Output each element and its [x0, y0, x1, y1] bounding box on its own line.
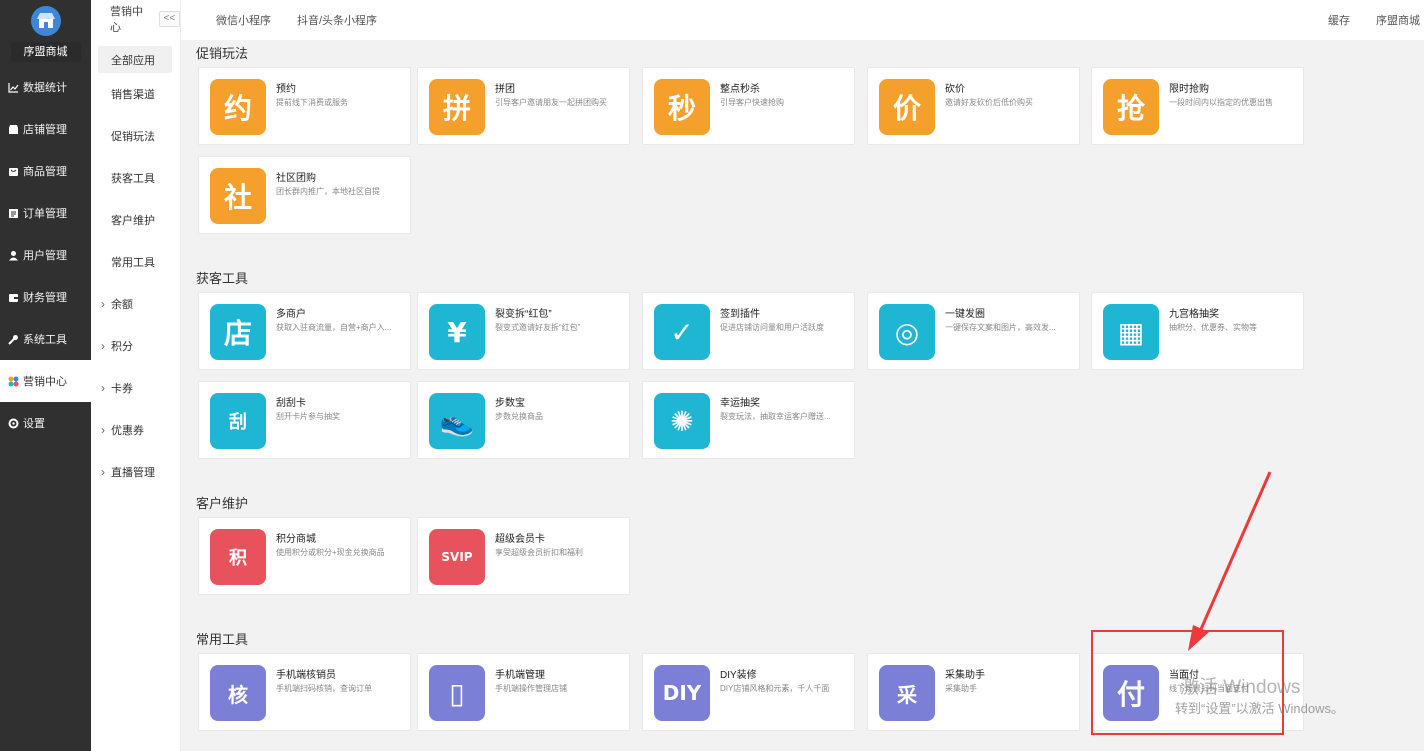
- activation-watermark-title: 激活 Windows: [1180, 677, 1301, 698]
- activation-watermark-text: 转到“设置”以激活 Windows。: [1175, 701, 1345, 716]
